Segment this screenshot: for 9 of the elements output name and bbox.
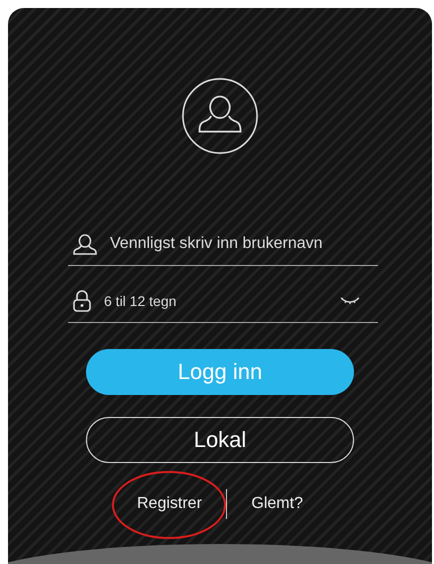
user-icon <box>72 233 98 255</box>
local-button[interactable]: Lokal <box>86 417 354 463</box>
username-field[interactable]: Vennligst skriv inn brukernavn <box>110 235 378 253</box>
avatar-icon <box>181 77 259 155</box>
password-field[interactable]: 6 til 12 tegn <box>104 293 340 309</box>
closed-eye-icon[interactable] <box>340 297 360 305</box>
padlock-icon <box>72 290 92 312</box>
text-link[interactable]: Glemt? <box>251 495 303 512</box>
text-link[interactable]: Registrer <box>137 495 202 512</box>
